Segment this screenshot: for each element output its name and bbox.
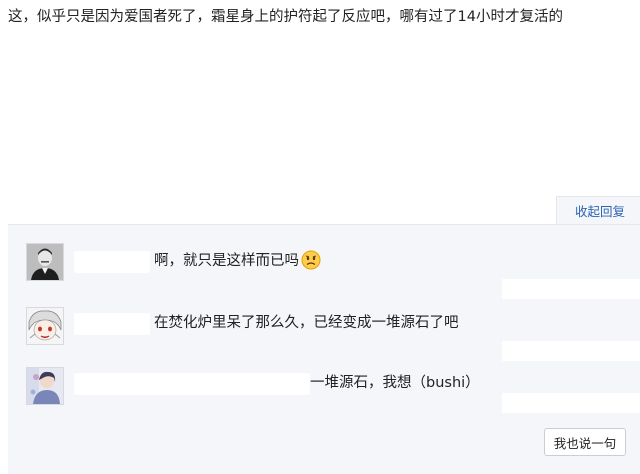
- reply-text-content: 啊，就只是这样而已吗: [154, 253, 299, 269]
- reply-meta-redacted: [502, 279, 640, 299]
- post-content: 这，似乎只是因为爱国者死了，霜星身上的护符起了反应吧，哪有过了14小时才复活的: [8, 9, 563, 25]
- portrait-photo-avatar-icon: [27, 244, 63, 280]
- reply-meta-redacted: [502, 393, 640, 413]
- username-redacted[interactable]: [74, 251, 150, 273]
- illustration-avatar-icon: [27, 368, 63, 404]
- username-redacted[interactable]: [74, 373, 310, 395]
- collapse-replies-link[interactable]: 收起回复: [575, 201, 625, 220]
- reply-text: 啊，就只是这样而已吗: [154, 250, 321, 277]
- reply-text: 一堆源石，我想（bushi）: [310, 375, 480, 391]
- reply-meta-redacted: [502, 341, 640, 361]
- user-avatar[interactable]: [26, 243, 64, 281]
- reply-item: 一堆源石，我想（bushi）: [8, 361, 640, 421]
- user-avatar[interactable]: [26, 367, 64, 405]
- reply-text: 在焚化炉里呆了那么久，已经变成一堆源石了吧: [154, 315, 459, 331]
- user-avatar[interactable]: [26, 307, 64, 345]
- anime-character-avatar-icon: [27, 308, 63, 344]
- frowning-face-emoji-icon: [301, 250, 321, 277]
- reply-item: 啊，就只是这样而已吗: [8, 239, 640, 299]
- reply-button[interactable]: 我也说一句: [544, 428, 626, 456]
- username-redacted[interactable]: [74, 313, 150, 335]
- reply-item: 在焚化炉里呆了那么久，已经变成一堆源石了吧: [8, 301, 640, 361]
